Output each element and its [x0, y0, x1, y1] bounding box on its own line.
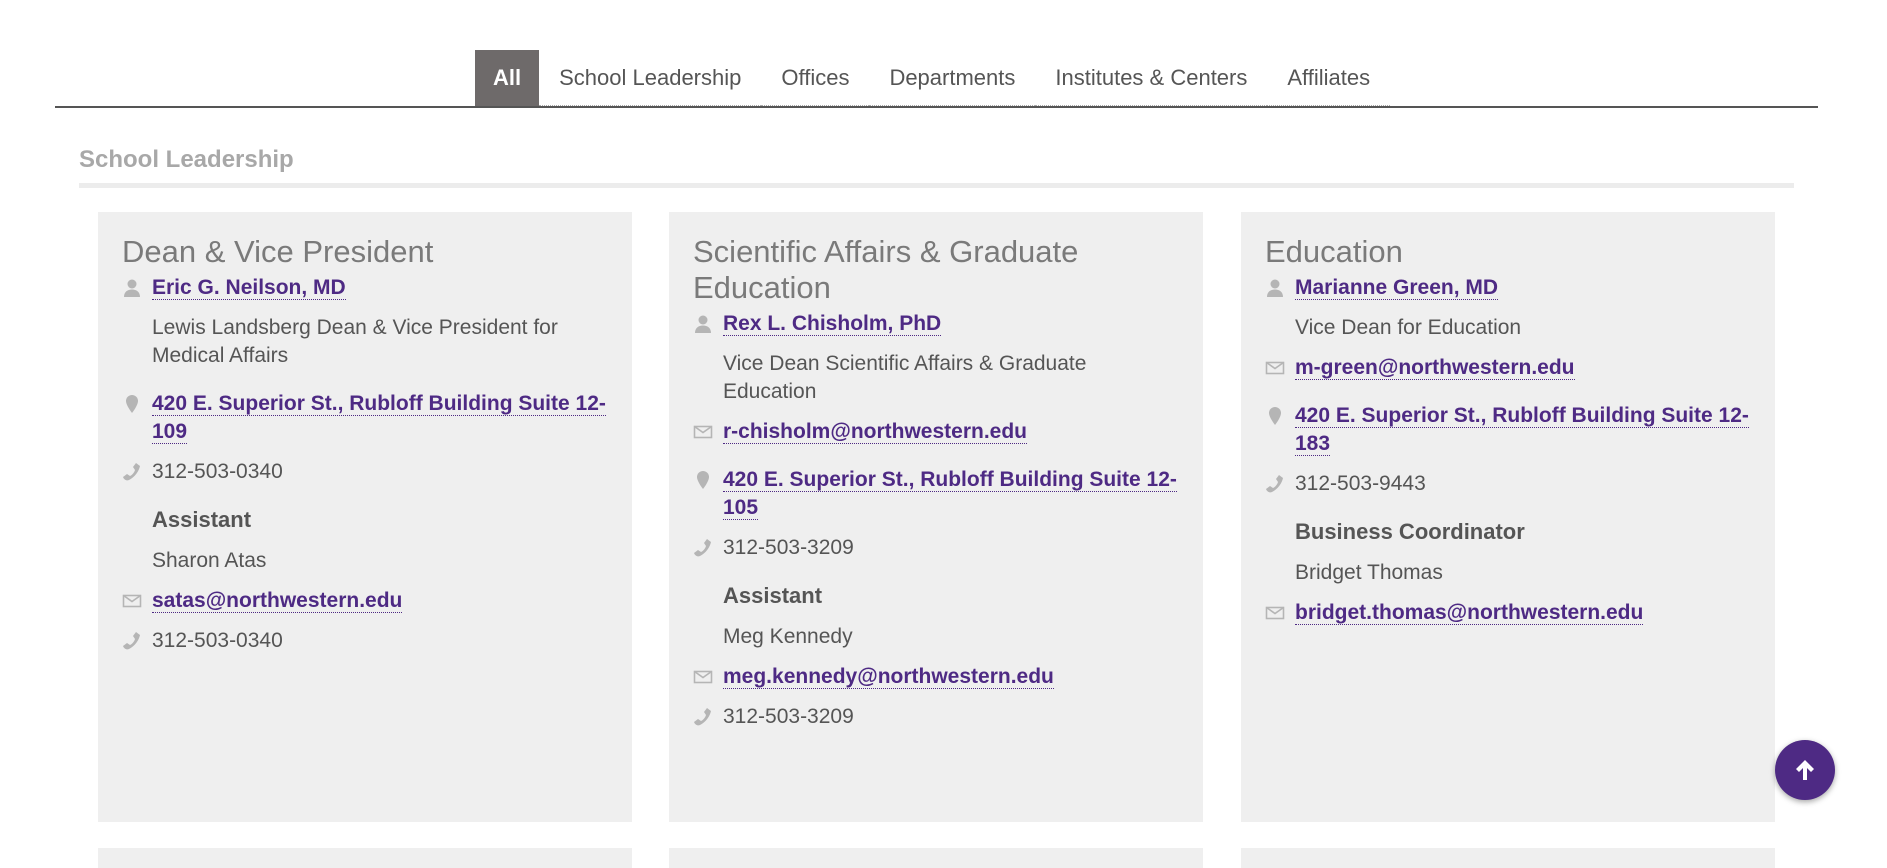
phone-row: 312-503-9443: [1265, 470, 1751, 498]
tab-departments[interactable]: Departments: [869, 50, 1036, 106]
arrow-up-icon: [1796, 760, 1814, 780]
card-title: Dean & Vice President: [122, 234, 434, 269]
assistant-email-row: bridget.thomas@northwestern.edu: [1265, 599, 1751, 627]
contact-name-row: Rex L. Chisholm, PhD: [693, 310, 1179, 338]
assistant-label-row: Assistant: [122, 506, 608, 535]
contact-name-row: Eric G. Neilson, MD: [122, 274, 608, 302]
card-title: Scientific Affairs & Graduate Education: [693, 234, 1079, 305]
leadership-card: Dean & Vice President Eric G. Neilson, M…: [98, 212, 632, 822]
leadership-card-partial: [1241, 848, 1775, 868]
contact-name-row: Marianne Green, MD: [1265, 274, 1751, 302]
email-row: r-chisholm@northwestern.edu: [693, 418, 1179, 446]
assistant-name-row: Bridget Thomas: [1265, 559, 1751, 587]
card-title: Education: [1265, 234, 1403, 269]
map-pin-icon: [1269, 407, 1281, 425]
assistant-name: Meg Kennedy: [723, 625, 853, 648]
assistant-label: Assistant: [152, 507, 252, 532]
contact-role: Vice Dean for Education: [1265, 314, 1751, 342]
person-icon: [124, 279, 140, 297]
envelope-icon: [122, 594, 142, 608]
leadership-card: Education Marianne Green, MD Vice Dean f…: [1241, 212, 1775, 822]
phone-row: 312-503-3209: [693, 534, 1179, 562]
role-text: Vice Dean Scientific Affairs & Graduate …: [723, 352, 1087, 403]
email-link[interactable]: m-green@northwestern.edu: [1295, 356, 1575, 380]
tab-all[interactable]: All: [475, 50, 540, 106]
tab-offices[interactable]: Offices: [761, 50, 870, 106]
role-text: Vice Dean for Education: [1295, 316, 1522, 339]
assistant-email-link[interactable]: satas@northwestern.edu: [152, 589, 403, 613]
section-divider: [79, 183, 1794, 188]
assistant-phone-row: 312-503-0340: [122, 627, 608, 655]
contact-name-link[interactable]: Marianne Green, MD: [1295, 276, 1499, 300]
assistant-email-row: satas@northwestern.edu: [122, 587, 608, 615]
envelope-icon: [1265, 361, 1285, 375]
contact-role: Lewis Landsberg Dean & Vice President fo…: [122, 314, 608, 370]
assistant-name-row: Sharon Atas: [122, 547, 608, 575]
tab-list: All School Leadership Offices Department…: [475, 50, 1391, 106]
assistant-phone-text: 312-503-0340: [152, 629, 283, 652]
assistant-email-row: meg.kennedy@northwestern.edu: [693, 663, 1179, 691]
assistant-label: Assistant: [723, 583, 823, 608]
leadership-card-partial: [98, 848, 632, 868]
assistant-label-row: Assistant: [693, 582, 1179, 611]
phone-icon: [123, 632, 140, 650]
phone-text: 312-503-3209: [723, 536, 854, 559]
envelope-icon: [1265, 606, 1285, 620]
contact-name-link[interactable]: Rex L. Chisholm, PhD: [723, 312, 942, 336]
phone-icon: [1266, 475, 1283, 493]
map-pin-icon: [697, 471, 709, 489]
address-row: 420 E. Superior St., Rubloff Building Su…: [1265, 402, 1751, 458]
address-link[interactable]: 420 E. Superior St., Rubloff Building Su…: [1295, 404, 1749, 456]
assistant-email-link[interactable]: bridget.thomas@northwestern.edu: [1295, 601, 1644, 625]
assistant-phone-row: 312-503-3209: [693, 703, 1179, 731]
address-link[interactable]: 420 E. Superior St., Rubloff Building Su…: [723, 468, 1177, 520]
leadership-card: Scientific Affairs & Graduate Education …: [669, 212, 1203, 822]
business-coordinator-label: Business Coordinator: [1295, 519, 1525, 544]
phone-text: 312-503-9443: [1295, 472, 1426, 495]
envelope-icon: [693, 425, 713, 439]
phone-text: 312-503-0340: [152, 460, 283, 483]
section-title: School Leadership: [79, 146, 294, 173]
tab-institutes-centers[interactable]: Institutes & Centers: [1035, 50, 1268, 106]
phone-icon: [694, 708, 711, 726]
map-pin-icon: [126, 395, 138, 413]
email-link[interactable]: r-chisholm@northwestern.edu: [723, 420, 1028, 444]
assistant-name: Sharon Atas: [152, 549, 267, 572]
back-to-top-button[interactable]: [1775, 740, 1835, 800]
envelope-icon: [693, 670, 713, 684]
assistant-phone-text: 312-503-3209: [723, 705, 854, 728]
assistant-name: Bridget Thomas: [1295, 561, 1443, 584]
assistant-email-link[interactable]: meg.kennedy@northwestern.edu: [723, 665, 1054, 689]
assistant-label-row: Business Coordinator: [1265, 518, 1751, 547]
tab-school-leadership[interactable]: School Leadership: [539, 50, 762, 106]
contact-role: Vice Dean Scientific Affairs & Graduate …: [693, 350, 1179, 406]
address-link[interactable]: 420 E. Superior St., Rubloff Building Su…: [152, 392, 606, 444]
assistant-name-row: Meg Kennedy: [693, 623, 1179, 651]
address-row: 420 E. Superior St., Rubloff Building Su…: [693, 466, 1179, 522]
leadership-card-partial: [669, 848, 1203, 868]
phone-icon: [694, 539, 711, 557]
person-icon: [695, 315, 711, 333]
tab-affiliates[interactable]: Affiliates: [1267, 50, 1391, 106]
phone-icon: [123, 463, 140, 481]
phone-row: 312-503-0340: [122, 458, 608, 486]
role-text: Lewis Landsberg Dean & Vice President fo…: [152, 316, 558, 367]
address-row: 420 E. Superior St., Rubloff Building Su…: [122, 390, 608, 446]
directory-tab-bar: All School Leadership Offices Department…: [55, 50, 1818, 108]
email-row: m-green@northwestern.edu: [1265, 354, 1751, 382]
contact-name-link[interactable]: Eric G. Neilson, MD: [152, 276, 346, 300]
person-icon: [1267, 279, 1283, 297]
